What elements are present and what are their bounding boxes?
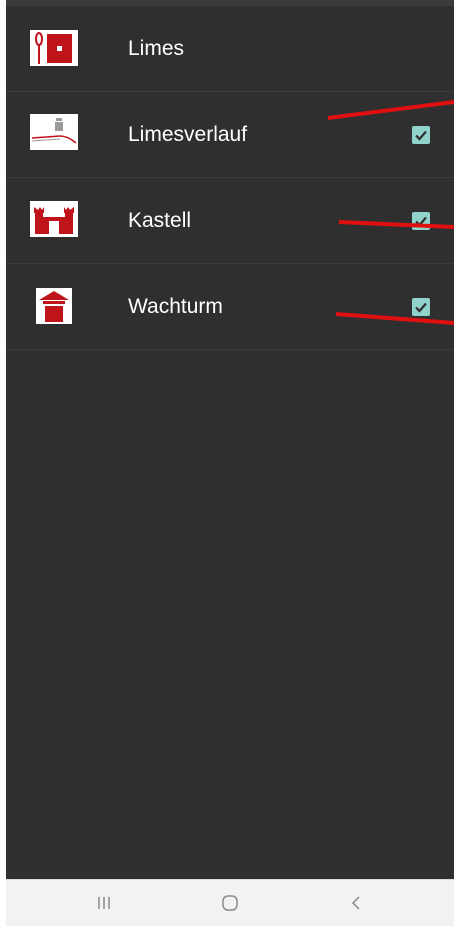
limes-marker-icon (30, 30, 78, 66)
layer-label-limesverlauf: Limesverlauf (128, 123, 248, 146)
layer-row-kastell[interactable]: Kastell (6, 178, 454, 264)
layer-label-wachturm: Wachturm (128, 295, 223, 318)
layer-panel: Limes Limesverlauf Kastell Wachturm (6, 6, 454, 925)
system-navigation-bar (6, 879, 454, 926)
castle-icon (30, 201, 78, 237)
layer-checkbox-wachturm[interactable] (412, 298, 430, 316)
layer-label-limes: Limes (128, 37, 185, 60)
home-icon[interactable] (210, 890, 250, 916)
layer-checkbox-kastell[interactable] (412, 212, 430, 230)
watchtower-icon (36, 288, 72, 324)
layer-row-limesverlauf[interactable]: Limesverlauf (6, 92, 454, 178)
layer-label-kastell: Kastell (128, 209, 192, 232)
layer-checkbox-limesverlauf[interactable] (412, 126, 430, 144)
recent-apps-icon[interactable] (84, 890, 124, 916)
layer-row-wachturm[interactable]: Wachturm (6, 264, 454, 350)
limes-path-tower-icon (30, 114, 78, 150)
back-icon[interactable] (336, 890, 376, 916)
layer-row-limes[interactable]: Limes (6, 6, 454, 92)
